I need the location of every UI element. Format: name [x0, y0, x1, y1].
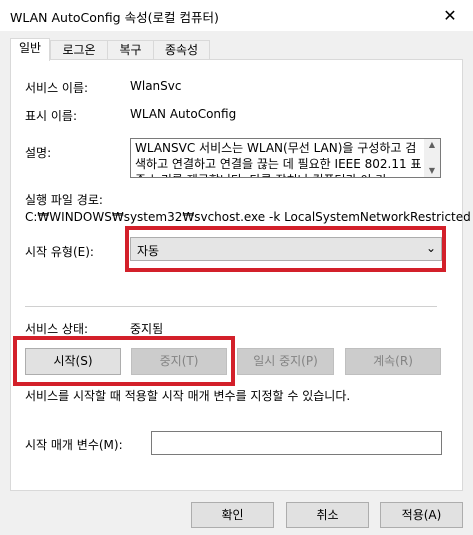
resume-button[interactable]: 계속(R): [345, 348, 441, 375]
description-scrollbar[interactable]: ▲ ▼: [424, 139, 440, 177]
ok-button[interactable]: 확인: [191, 502, 274, 528]
startup-type-selected: 자동: [137, 244, 160, 258]
startup-type-label: 시작 유형(E):: [25, 245, 94, 259]
start-parameters-input[interactable]: [151, 431, 442, 455]
startup-type-dropdown[interactable]: 자동 ⌄: [130, 237, 442, 261]
display-name-label: 표시 이름:: [25, 109, 78, 123]
start-button[interactable]: 시작(S): [25, 348, 121, 375]
pause-button[interactable]: 일시 중지(P): [237, 348, 334, 375]
cancel-button[interactable]: 취소: [286, 502, 369, 528]
exe-path-value: C:₩WINDOWS₩system32₩svchost.exe -k Local…: [25, 210, 473, 224]
general-tab-panel: [10, 59, 463, 491]
scroll-down-icon[interactable]: ▼: [424, 165, 440, 177]
tab-dependencies[interactable]: 종속성: [153, 40, 210, 59]
service-name-value: WlanSvc: [130, 79, 182, 93]
description-text: WLANSVC 서비스는 WLAN(무선 LAN)을 구성하고 검색하고 연결하…: [135, 141, 422, 177]
close-icon: ✕: [443, 6, 457, 25]
start-parameters-label: 시작 매개 변수(M):: [25, 438, 123, 452]
tab-recovery[interactable]: 복구: [107, 40, 154, 59]
apply-button[interactable]: 적용(A): [380, 502, 463, 528]
service-status-label: 서비스 상태:: [25, 322, 89, 336]
stop-button[interactable]: 중지(T): [131, 348, 227, 375]
tab-general[interactable]: 일반: [10, 38, 50, 61]
service-status-value: 중지됨: [130, 322, 164, 336]
exe-path-label: 실행 파일 경로:: [25, 193, 103, 207]
title-bar: WLAN AutoConfig 속성(로컬 컴퓨터) ✕: [0, 0, 473, 31]
service-name-label: 서비스 이름:: [25, 81, 89, 95]
parameters-hint: 서비스를 시작할 때 적용할 시작 매개 변수를 지정할 수 있습니다.: [25, 389, 351, 403]
properties-dialog: WLAN AutoConfig 속성(로컬 컴퓨터) ✕ 일반 로그온 복구 종…: [0, 0, 473, 535]
description-label: 설명:: [25, 146, 52, 160]
display-name-value: WLAN AutoConfig: [130, 107, 237, 121]
separator: [25, 306, 437, 307]
scroll-up-icon[interactable]: ▲: [424, 139, 440, 151]
description-textbox[interactable]: WLANSVC 서비스는 WLAN(무선 LAN)을 구성하고 검색하고 연결하…: [130, 138, 441, 178]
window-title: WLAN AutoConfig 속성(로컬 컴퓨터): [10, 10, 219, 25]
tab-logon[interactable]: 로그온: [50, 40, 108, 59]
chevron-down-icon: ⌄: [425, 241, 436, 255]
close-button[interactable]: ✕: [427, 0, 473, 31]
